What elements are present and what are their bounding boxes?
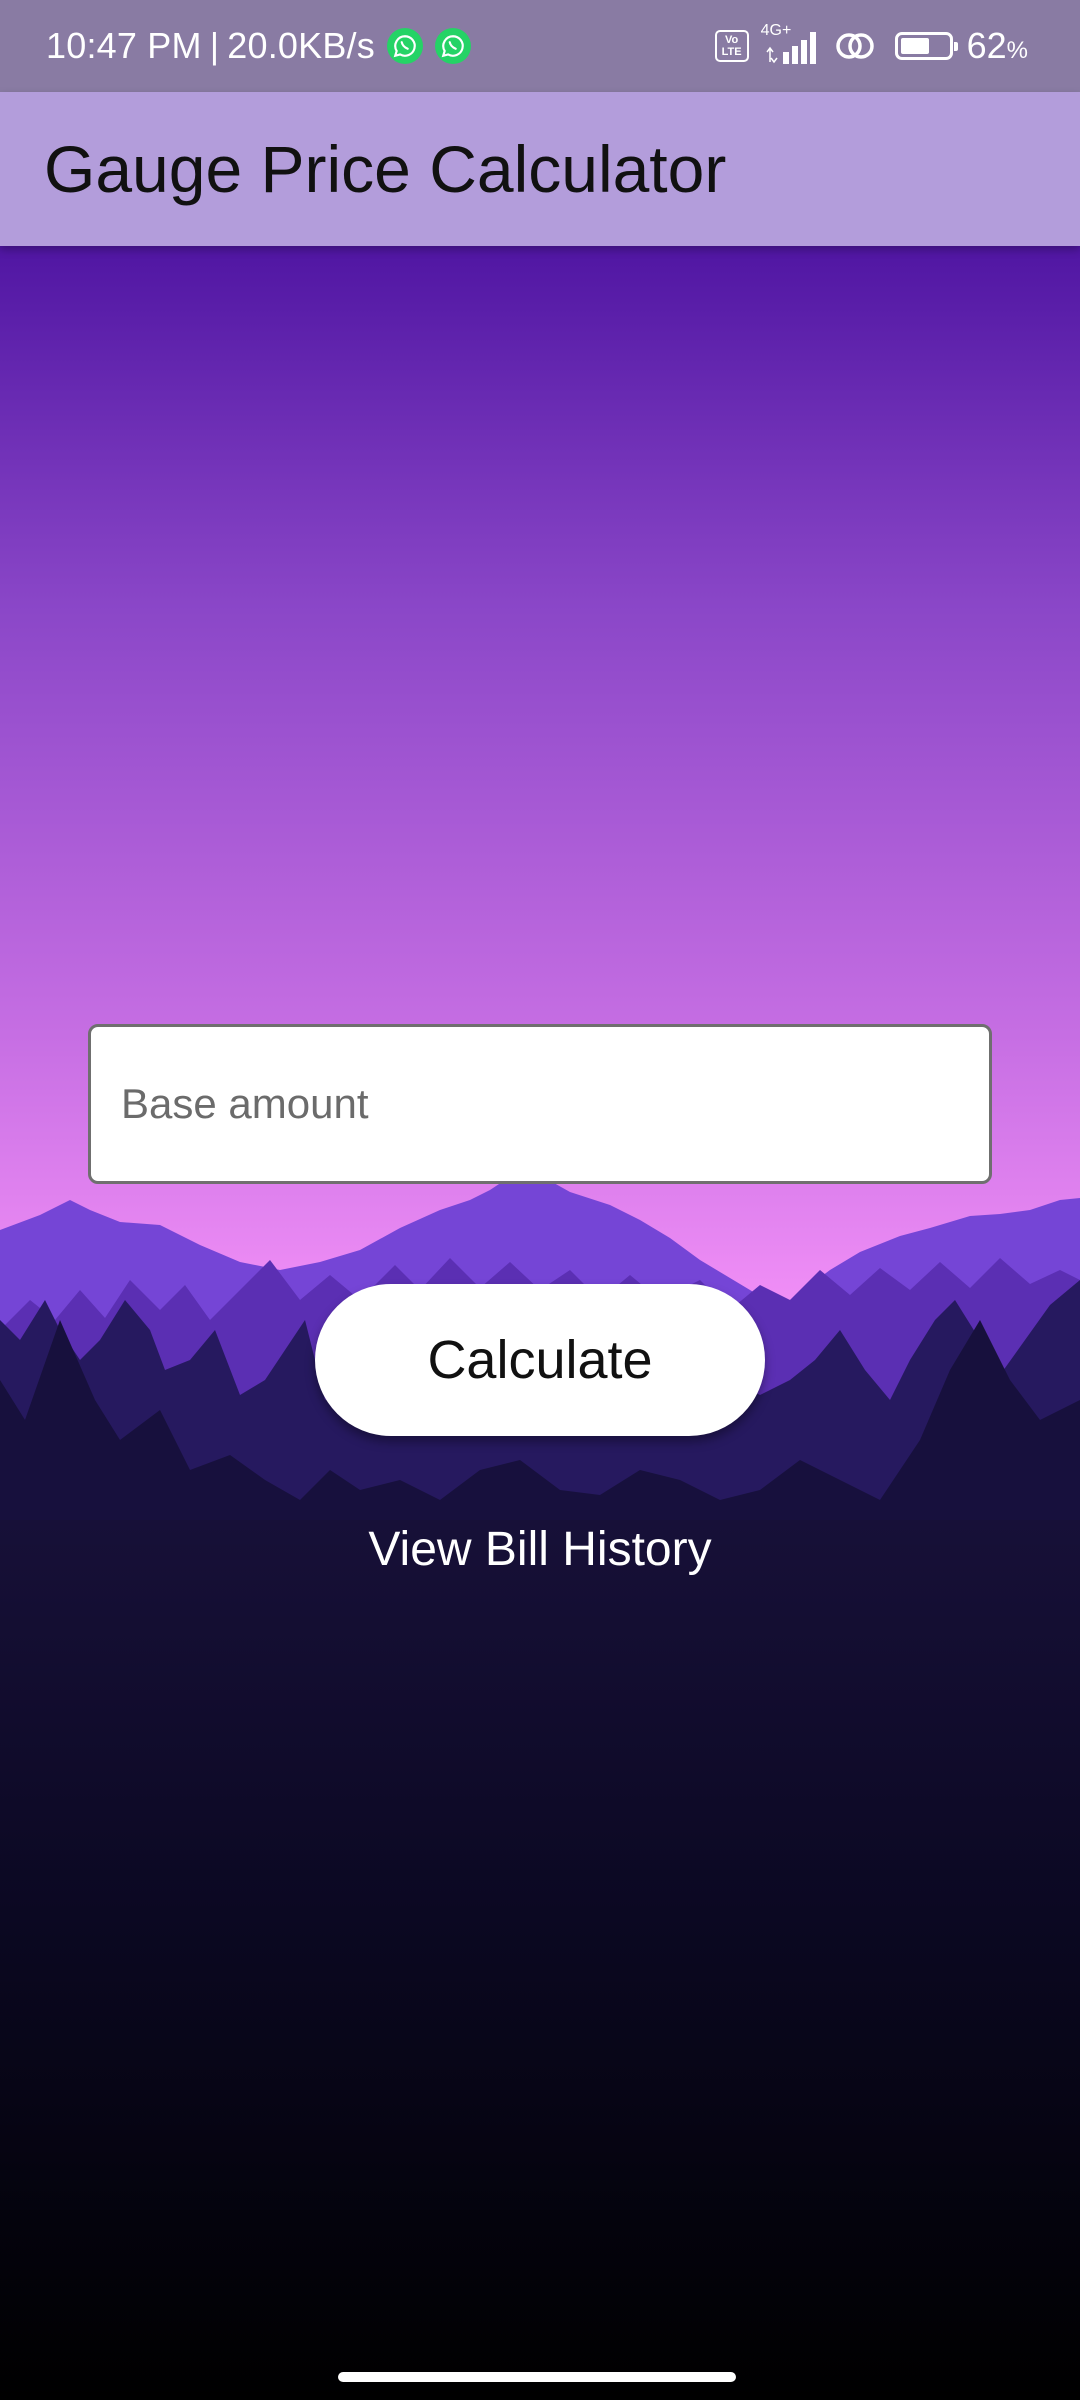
signal-icon: 4G+ — [761, 22, 823, 66]
app-title: Gauge Price Calculator — [44, 132, 727, 206]
status-separator: | — [209, 25, 220, 66]
volte-icon: Vo LTE — [714, 30, 749, 62]
link-icon — [835, 28, 875, 64]
calculate-button[interactable]: Calculate — [315, 1284, 765, 1436]
base-amount-input[interactable] — [88, 1024, 992, 1184]
status-right: Vo LTE 4G+ 62% — [703, 0, 1028, 92]
status-left: 10:47 PM | 20.0KB/s — [46, 0, 471, 92]
whatsapp-icon — [386, 28, 423, 64]
app-bar: Gauge Price Calculator — [0, 92, 1080, 246]
battery-fill — [900, 38, 930, 54]
battery-icon — [894, 32, 958, 60]
whatsapp-icon — [434, 28, 471, 64]
battery-percent-unit: % — [1006, 37, 1028, 64]
view-bill-history-link[interactable]: View Bill History — [0, 1522, 1080, 1577]
battery-percent-value: 62 — [966, 25, 1007, 66]
status-time: 10:47 PM — [46, 25, 202, 66]
status-bar: 10:47 PM | 20.0KB/s Vo LTE 4G+ 62% — [0, 0, 1080, 92]
network-speed: 20.0KB/s — [227, 25, 375, 66]
forest-mountain-background — [0, 240, 1080, 2400]
battery-percent: 62% — [967, 25, 1028, 67]
volte-label: Vo LTE — [721, 34, 742, 58]
screen: 10:47 PM | 20.0KB/s Vo LTE 4G+ 62% Gauge… — [0, 0, 1080, 2400]
gesture-navigation-bar[interactable] — [338, 2372, 736, 2382]
